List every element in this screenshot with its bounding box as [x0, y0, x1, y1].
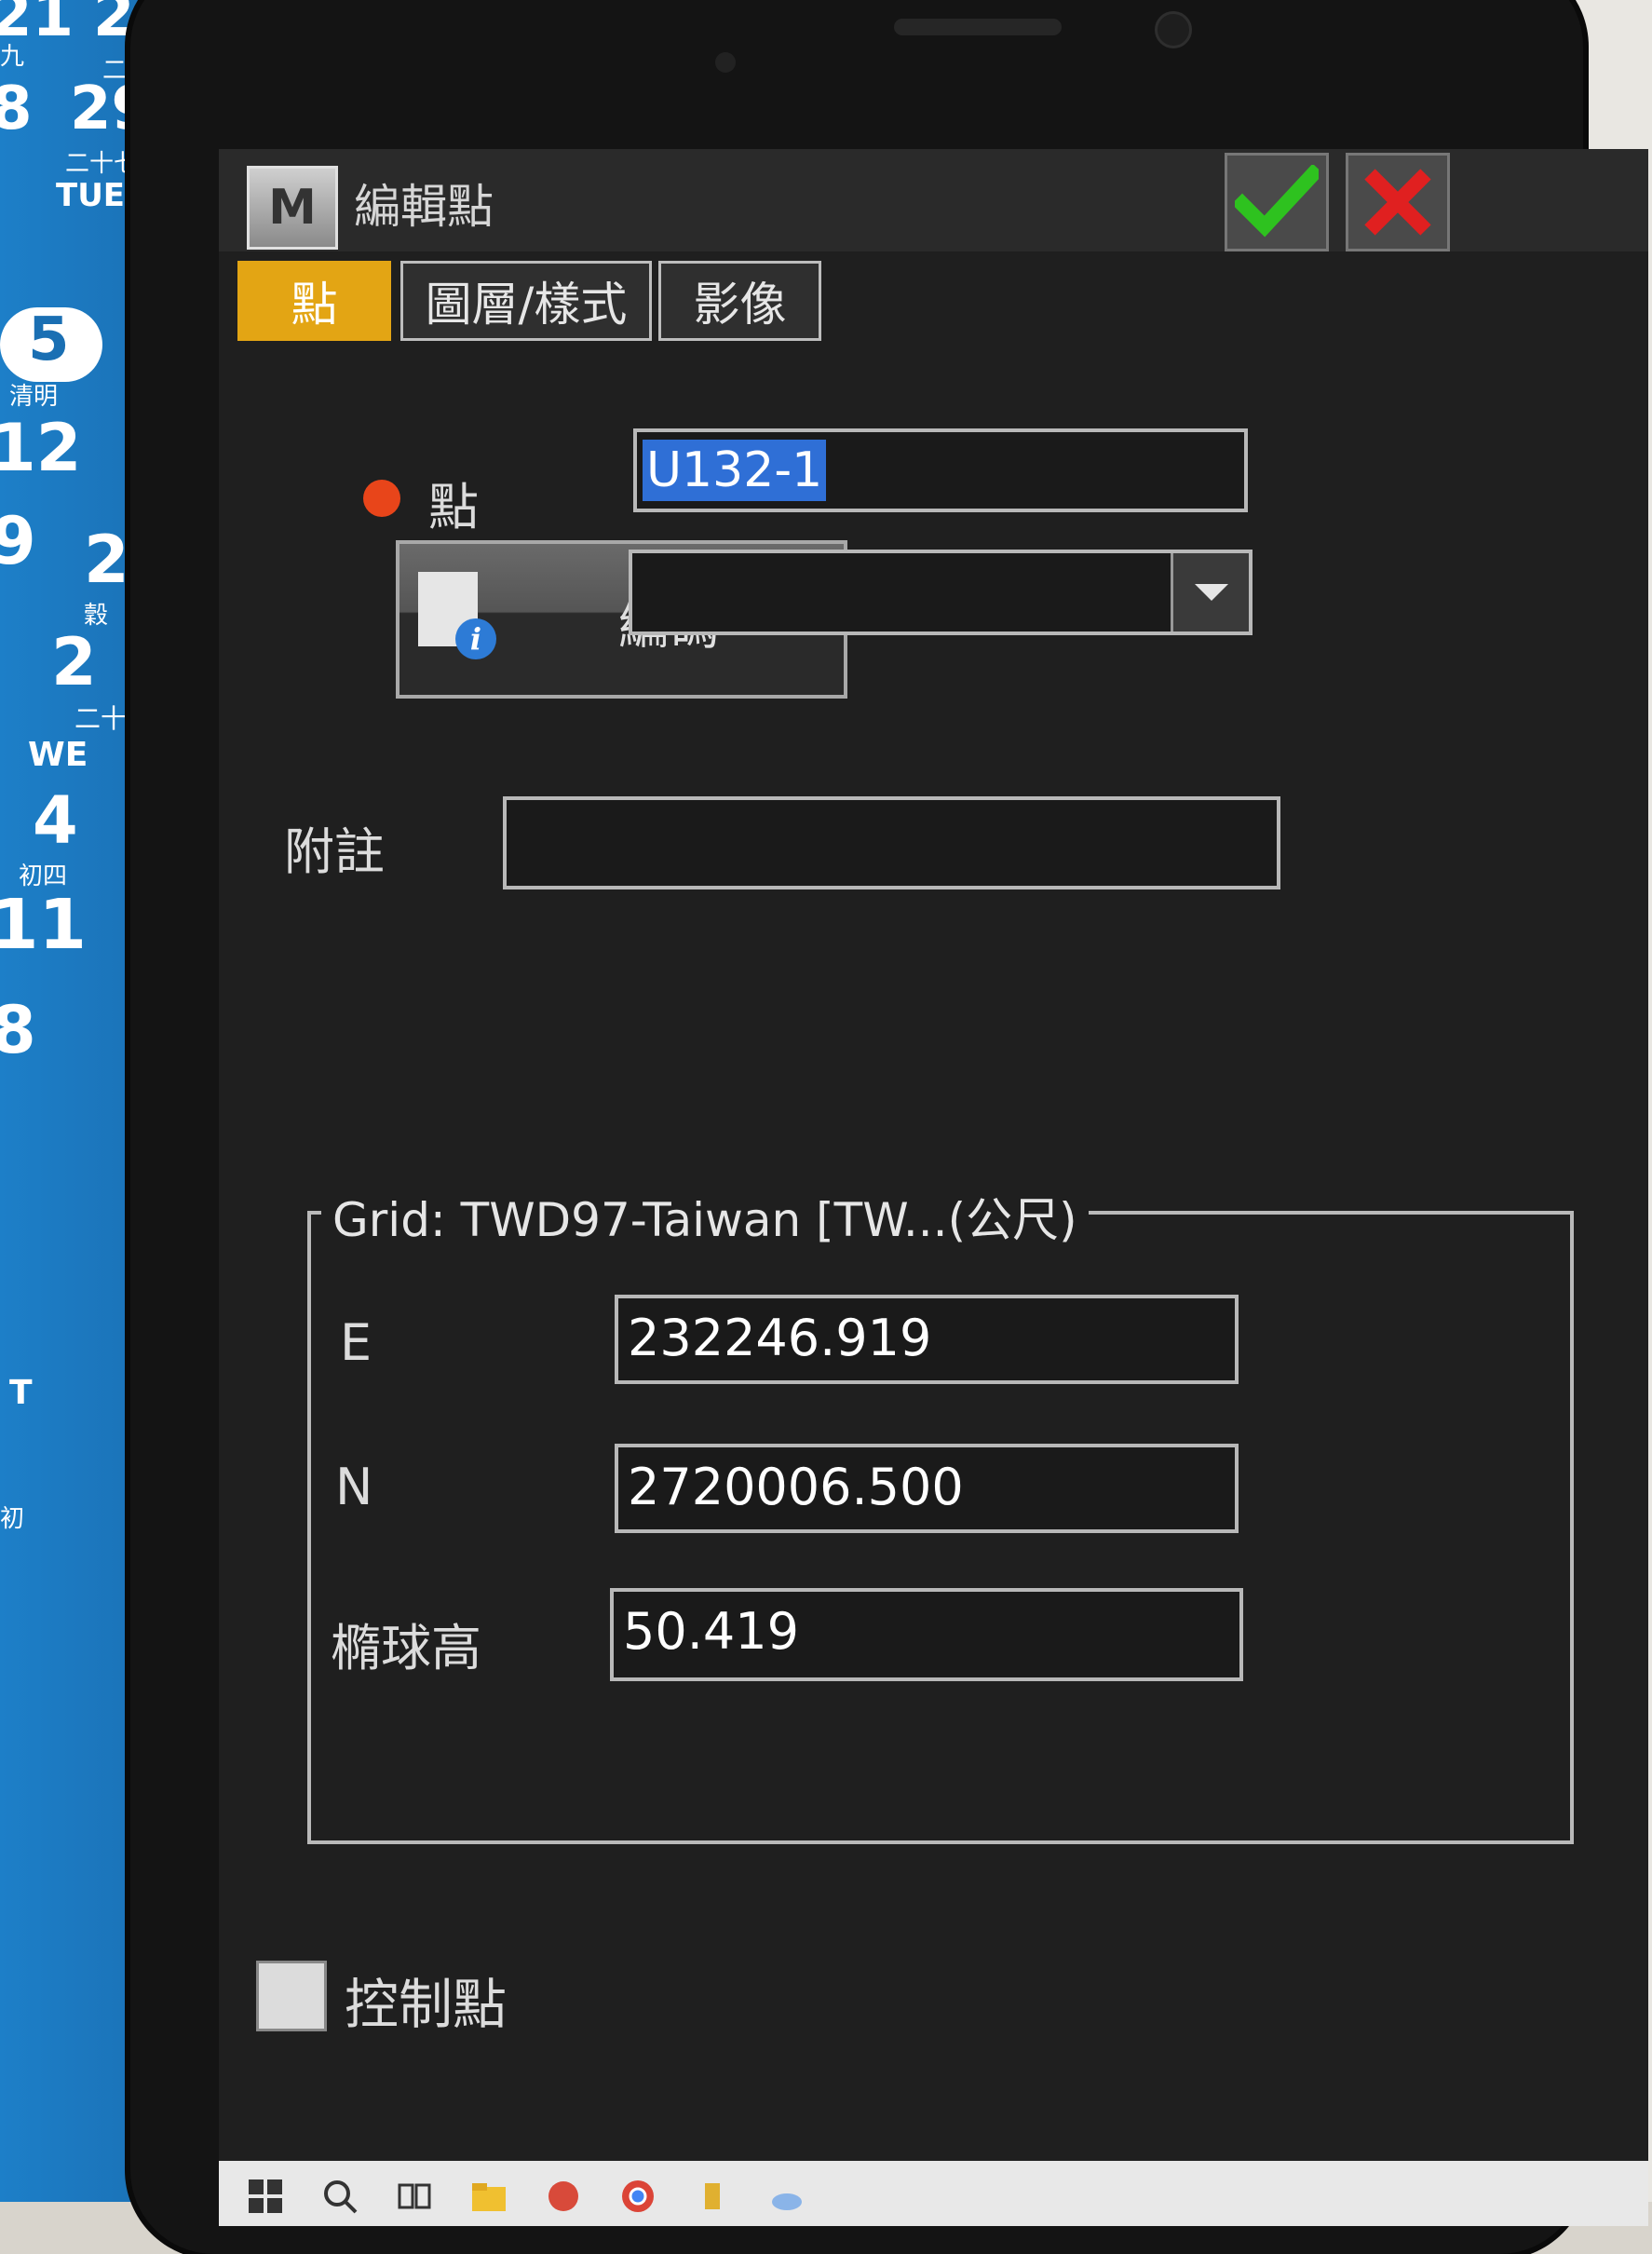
calendar-label: TUE	[56, 177, 126, 214]
northing-value: 2720006.500	[628, 1458, 964, 1516]
tab-point[interactable]: 點	[237, 261, 391, 341]
phone-device: M 編輯點 點 圖層/樣式 影像 點 U132-1 i 附註 Grid: TWD…	[130, 0, 1648, 2254]
ok-button[interactable]	[1225, 153, 1329, 251]
easting-value: 232246.919	[628, 1309, 932, 1367]
calendar-number: 2	[84, 522, 129, 598]
code-dropdown[interactable]	[629, 550, 1253, 635]
calendar-number: 12	[0, 410, 82, 486]
app-icon[interactable]: M	[247, 166, 338, 250]
northing-input[interactable]: 2720006.500	[615, 1444, 1239, 1533]
calendar-number: 8	[0, 992, 36, 1068]
calendar-label: 初	[0, 1505, 25, 1533]
phone-camera	[1155, 11, 1192, 48]
app-icon-taskbar[interactable]	[545, 2178, 582, 2215]
phone-speaker	[894, 19, 1062, 35]
ellipsoid-height-label: 橢球高	[331, 1619, 481, 1677]
calendar-label: 九	[0, 43, 25, 71]
calendar-label: 二十	[74, 703, 128, 734]
folder-icon[interactable]	[470, 2178, 508, 2215]
point-name-value: U132-1	[643, 440, 827, 501]
calendar-number: 9	[0, 503, 36, 579]
search-icon[interactable]	[321, 2178, 359, 2215]
tab-image[interactable]: 影像	[658, 261, 821, 341]
taskbar	[219, 2161, 1648, 2226]
point-marker-icon	[363, 480, 400, 517]
ellipsoid-height-input[interactable]: 50.419	[610, 1588, 1243, 1681]
easting-input[interactable]: 232246.919	[615, 1295, 1239, 1384]
ellipsoid-height-value: 50.419	[623, 1602, 799, 1661]
easting-label: E	[340, 1313, 372, 1372]
phone-sensor	[715, 52, 736, 73]
checkmark-icon	[1235, 165, 1319, 238]
cloud-icon[interactable]	[768, 2178, 806, 2215]
point-name-input[interactable]: U132-1	[633, 428, 1248, 512]
windows-start-icon[interactable]	[247, 2178, 284, 2215]
info-icon: i	[455, 618, 496, 659]
calendar-label: T	[9, 1374, 33, 1412]
calendar-number: 5	[28, 306, 70, 374]
calendar-label: 二十七	[65, 150, 139, 178]
window-title: 編輯點	[354, 180, 494, 234]
control-point-checkbox[interactable]	[256, 1961, 327, 2031]
cancel-button[interactable]	[1346, 153, 1450, 251]
device-screen: M 編輯點 點 圖層/樣式 影像 點 U132-1 i 附註 Grid: TWD…	[219, 149, 1648, 2226]
task-view-icon[interactable]	[396, 2178, 433, 2215]
pin-icon[interactable]	[694, 2178, 731, 2215]
chevron-down-icon[interactable]	[1171, 553, 1249, 631]
grid-title: Grid: TWD97-Taiwan [TW...(公尺)	[321, 1183, 1089, 1250]
calendar-label: 清明	[9, 383, 59, 411]
calendar-number: 2	[51, 624, 97, 700]
close-icon	[1364, 169, 1431, 236]
calendar-number: 8	[0, 75, 33, 143]
control-point-label: 控制點	[345, 1973, 508, 2036]
chrome-icon[interactable]	[619, 2178, 657, 2215]
northing-label: N	[335, 1458, 373, 1516]
point-label: 點	[428, 478, 479, 536]
calendar-label: WE	[28, 736, 88, 774]
calendar-number: 4	[33, 782, 78, 859]
calendar-number: 11	[0, 885, 87, 965]
title-bar: M 編輯點	[219, 149, 1648, 251]
note-label: 附註	[284, 822, 385, 881]
note-input[interactable]	[503, 796, 1280, 889]
tab-layer-style[interactable]: 圖層/樣式	[400, 261, 652, 341]
